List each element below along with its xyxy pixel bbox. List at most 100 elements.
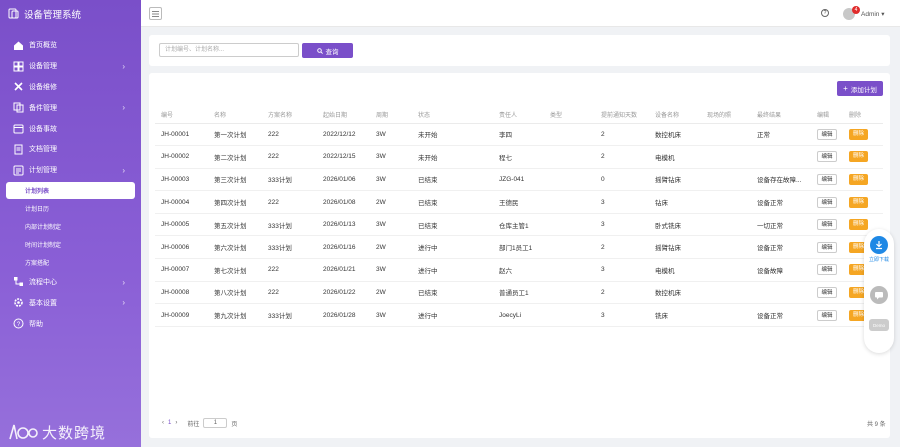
next-page-icon[interactable]: › xyxy=(175,420,177,426)
table-cell: 3W xyxy=(370,123,412,147)
prev-page-icon[interactable]: ‹ xyxy=(162,420,164,426)
search-button-label: 查询 xyxy=(325,48,339,56)
sidebar-item-label: 设备事故 xyxy=(29,125,57,133)
edit-button[interactable]: 编辑 xyxy=(817,241,837,253)
table-cell: 卧式铣床 xyxy=(649,213,701,237)
table-cell xyxy=(701,258,751,282)
sidebar: 设备管理系统 首页概览 设备管理 › 设备维修 备件管理 › 设备事故 文档管理 计划管理 › 计划… xyxy=(0,0,141,447)
help-icon[interactable]: ? xyxy=(821,9,829,17)
table-cell: 222 xyxy=(262,258,317,282)
sidebar-subitem[interactable]: 时间计划制定 xyxy=(0,236,141,254)
hamburger-icon xyxy=(152,10,159,17)
sidebar-subitem[interactable]: 内部计划制定 xyxy=(0,218,141,236)
download-icon xyxy=(876,241,882,250)
table-cell: JH-00002 xyxy=(155,145,208,169)
table-cell: 第八次计划 xyxy=(208,281,262,305)
edit-button[interactable]: 编辑 xyxy=(817,151,837,163)
chat-button[interactable] xyxy=(870,286,888,304)
table-cell: JH-00001 xyxy=(155,123,208,147)
edit-button[interactable]: 编辑 xyxy=(817,309,837,321)
table-cell: 2W xyxy=(370,235,412,260)
table-cell xyxy=(544,168,595,192)
table-cell: 李四 xyxy=(493,123,544,147)
table-cell xyxy=(751,281,811,305)
table-cell: 2026/01/28 xyxy=(317,303,370,327)
brand-name: 大数跨境 xyxy=(42,424,107,442)
table-cell: 设备正常 xyxy=(751,190,811,214)
grid-icon xyxy=(13,61,24,72)
plus-icon: + xyxy=(843,83,848,93)
edit-cell: 编辑 xyxy=(811,303,843,327)
table-cell: 222 xyxy=(262,145,317,169)
menu-toggle-button[interactable] xyxy=(149,7,162,20)
list-icon xyxy=(13,165,24,176)
sidebar-item-gear[interactable]: 基本设置 › xyxy=(0,292,141,313)
sidebar-item-calendar[interactable]: 设备事故 xyxy=(0,118,141,139)
sidebar-subitem[interactable]: 计划列表 xyxy=(6,181,135,199)
column-header: 名称 xyxy=(208,106,262,124)
goto-page-input[interactable]: 1 xyxy=(203,418,228,428)
table-cell: 部门1员工1 xyxy=(493,235,544,260)
delete-button[interactable]: 删除 xyxy=(849,128,868,140)
table-cell: JH-00009 xyxy=(155,303,208,327)
column-header: 方案名称 xyxy=(262,106,317,124)
user-menu[interactable]: Admin ▾ xyxy=(861,10,885,18)
edit-button[interactable]: 编辑 xyxy=(817,286,837,298)
sidebar-subitem[interactable]: 计划日历 xyxy=(0,200,141,218)
sidebar-item-list[interactable]: 计划管理 › xyxy=(0,160,141,181)
delete-button[interactable]: 删除 xyxy=(849,173,868,185)
sidebar-item-label: 首页概览 xyxy=(29,42,57,50)
table-cell: 333计划 xyxy=(262,168,317,192)
table-cell: 未开始 xyxy=(412,123,493,147)
download-button[interactable] xyxy=(870,236,888,254)
delete-cell: 删除 xyxy=(843,145,883,169)
table-cell: 赵六 xyxy=(493,258,544,282)
sidebar-item-flow[interactable]: 流程中心 › xyxy=(0,272,141,293)
goto-label: 前往 xyxy=(187,421,200,428)
sidebar-header: 设备管理系统 xyxy=(0,0,141,27)
table-cell: 2026/01/16 xyxy=(317,235,370,260)
table-cell: JH-00007 xyxy=(155,258,208,282)
download-label[interactable]: 立即下载 xyxy=(864,257,894,263)
table-cell: 2026/01/06 xyxy=(317,168,370,192)
table-cell: 第三次计划 xyxy=(208,168,262,192)
sidebar-item-label: 备件管理 xyxy=(29,104,57,112)
edit-button[interactable]: 编辑 xyxy=(817,173,837,185)
app-title: 设备管理系统 xyxy=(24,9,82,21)
table-cell: 正常 xyxy=(751,123,811,147)
table-cell: 未开始 xyxy=(412,145,493,169)
sidebar-item-document[interactable]: 文档管理 xyxy=(0,139,141,160)
table-row: JH-00009 第九次计划 333计划 2026/01/28 3W 进行中 JoecyLi… xyxy=(155,303,883,327)
sidebar-item-copy[interactable]: 备件管理 › xyxy=(0,97,141,118)
add-plan-button[interactable]: + 添加计划 xyxy=(837,81,883,96)
table-cell: 第四次计划 xyxy=(208,190,262,214)
table-row: JH-00006 第六次计划 333计划 2026/01/16 2W 进行中 部门1员工1 2… xyxy=(155,235,883,260)
edit-button[interactable]: 编辑 xyxy=(817,219,837,231)
sidebar-subitem[interactable]: 方案搭配 xyxy=(0,254,141,272)
current-page[interactable]: 1 xyxy=(168,420,171,426)
document-icon xyxy=(13,144,24,155)
sidebar-item-help[interactable]: ? 帮助 xyxy=(0,313,141,334)
edit-cell: 编辑 xyxy=(811,190,843,214)
delete-button[interactable]: 删除 xyxy=(849,196,868,208)
sidebar-item-home[interactable]: 首页概览 xyxy=(0,35,141,56)
add-plan-label: 添加计划 xyxy=(850,86,877,94)
caret-down-icon: ▾ xyxy=(881,11,885,18)
search-button[interactable]: 查询 xyxy=(302,43,353,58)
table-row: JH-00003 第三次计划 333计划 2026/01/06 3W 已结束 JZG-041… xyxy=(155,168,883,192)
tools-icon xyxy=(13,81,24,92)
sidebar-item-tools[interactable]: 设备维修 xyxy=(0,77,141,98)
table-cell: 铣床 xyxy=(649,303,701,327)
table-cell: 已结束 xyxy=(412,168,493,192)
delete-button[interactable]: 删除 xyxy=(849,219,868,231)
edit-button[interactable]: 编辑 xyxy=(817,128,837,140)
notification-badge[interactable]: 4 xyxy=(852,6,860,14)
edit-button[interactable]: 编辑 xyxy=(817,264,837,276)
demo-button[interactable]: Demo xyxy=(869,319,889,331)
search-input[interactable] xyxy=(159,43,299,57)
edit-button[interactable]: 编辑 xyxy=(817,196,837,208)
table-cell: 2026/01/21 xyxy=(317,258,370,282)
delete-button[interactable]: 删除 xyxy=(849,151,868,163)
sidebar-item-grid[interactable]: 设备管理 › xyxy=(0,56,141,77)
table-cell: 3W xyxy=(370,213,412,237)
